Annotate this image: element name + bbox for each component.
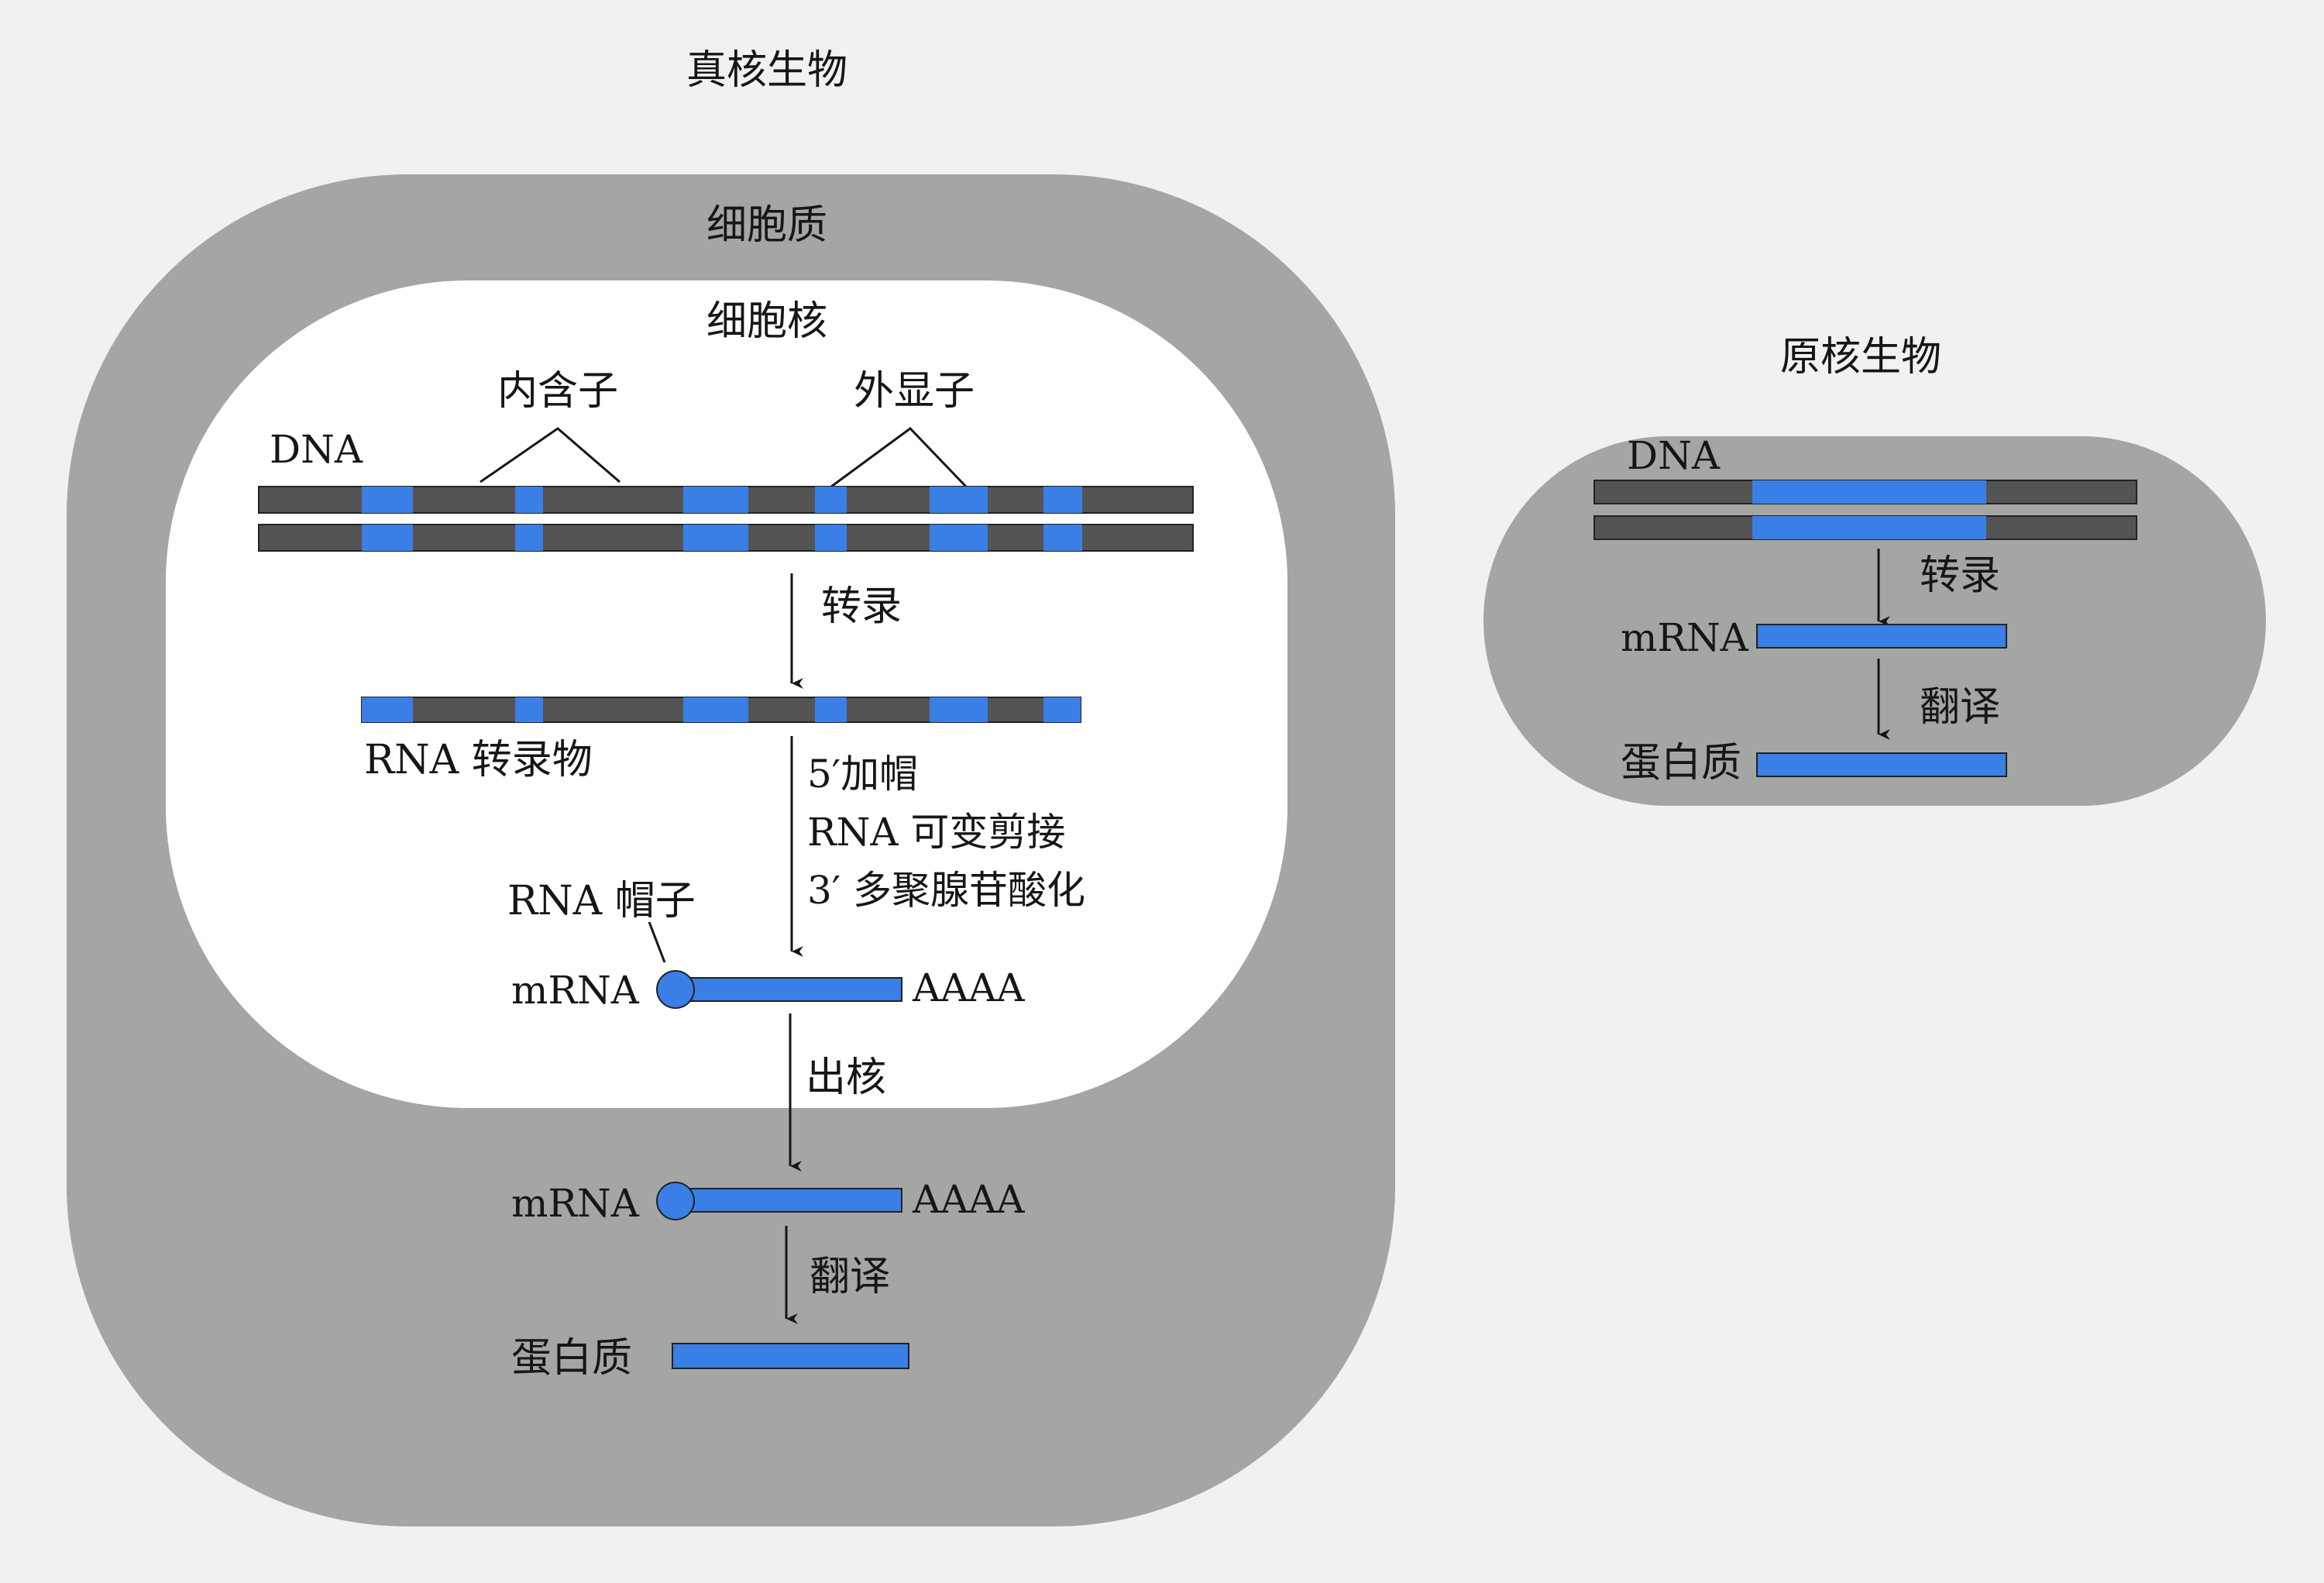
rna-cap-label: RNA 帽子 bbox=[507, 878, 696, 924]
gene-segment bbox=[1752, 516, 1986, 539]
exon-segment bbox=[683, 487, 748, 513]
cytoplasm-label: 细胞质 bbox=[706, 202, 827, 249]
prokaryote-transcription-label: 转录 bbox=[1920, 552, 2000, 599]
eukaryote-mrna-label: mRNA bbox=[511, 968, 640, 1013]
eukaryote-dna-bottom-strand bbox=[258, 524, 1194, 552]
polya-tail-label: AAAA bbox=[912, 965, 1025, 1010]
prokaryote-mrna-label: mRNA bbox=[1621, 615, 1749, 660]
prokaryote-mrna-bar bbox=[1756, 624, 2007, 649]
exon-segment bbox=[930, 525, 988, 551]
prokaryote-translation-label: 翻译 bbox=[1920, 684, 2000, 731]
rna-cap bbox=[656, 1182, 695, 1220]
exon-segment bbox=[1043, 487, 1082, 513]
cytoplasm-mrna-label: mRNA bbox=[511, 1181, 640, 1226]
eukaryote-translation-label: 翻译 bbox=[810, 1254, 890, 1300]
prokaryote-title: 原核生物 bbox=[1780, 334, 1941, 380]
eukaryote-transcription-label: 转录 bbox=[821, 583, 902, 630]
eukaryote-title: 真核生物 bbox=[686, 47, 847, 94]
exon-segment bbox=[930, 697, 988, 722]
export-label: 出核 bbox=[806, 1055, 886, 1101]
gene-expression-diagram: 真核生物 细胞质 细胞核 内含子 外显子 DNA 转录 RNA 转录物 5′加帽… bbox=[67, 47, 2266, 1526]
exon-segment bbox=[362, 525, 413, 551]
exon-segment bbox=[1043, 525, 1082, 551]
intron-label: 内含子 bbox=[497, 368, 618, 415]
exon-segment bbox=[362, 697, 413, 722]
prokaryote-dna-bottom-strand bbox=[1593, 515, 2137, 540]
rna-transcript-label: RNA 转录物 bbox=[364, 737, 593, 783]
exon-segment bbox=[362, 487, 413, 513]
eukaryote-protein-label: 蛋白质 bbox=[511, 1335, 632, 1382]
exon-segment bbox=[815, 525, 847, 551]
eukaryote-dna-top-strand bbox=[258, 486, 1194, 514]
processing-step-capping: 5′加帽 bbox=[807, 752, 918, 797]
rna-cap bbox=[656, 970, 695, 1009]
exon-segment bbox=[815, 697, 847, 722]
eukaryote-protein-bar bbox=[672, 1343, 909, 1369]
prokaryote-protein-bar bbox=[1756, 752, 2007, 777]
exon-segment bbox=[683, 525, 748, 551]
exon-label: 外显子 bbox=[854, 368, 975, 415]
gene-segment bbox=[1752, 480, 1986, 504]
processing-step-polyadenylation: 3′ 多聚腺苷酸化 bbox=[807, 868, 1085, 913]
exon-segment bbox=[1043, 697, 1081, 722]
prokaryote-protein-label: 蛋白质 bbox=[1621, 740, 1741, 786]
prokaryote-dna-label: DNA bbox=[1627, 433, 1721, 478]
exon-segment bbox=[515, 697, 543, 722]
exon-segment bbox=[815, 487, 847, 513]
eukaryote-dna-label: DNA bbox=[270, 427, 363, 472]
cytoplasm-polya-tail-label: AAAA bbox=[912, 1177, 1025, 1222]
exon-segment bbox=[930, 487, 988, 513]
prokaryote-dna-top-strand bbox=[1593, 480, 2137, 504]
nucleus-label: 细胞核 bbox=[706, 298, 827, 345]
exon-segment bbox=[683, 697, 748, 722]
rna-transcript-strand bbox=[361, 697, 1081, 723]
exon-segment bbox=[515, 487, 543, 513]
processing-step-splicing: RNA 可变剪接 bbox=[807, 810, 1065, 855]
exon-segment bbox=[515, 525, 543, 551]
diagram-canvas: 真核生物 细胞质 细胞核 内含子 外显子 DNA 转录 RNA 转录物 5′加帽… bbox=[0, 0, 2324, 1580]
